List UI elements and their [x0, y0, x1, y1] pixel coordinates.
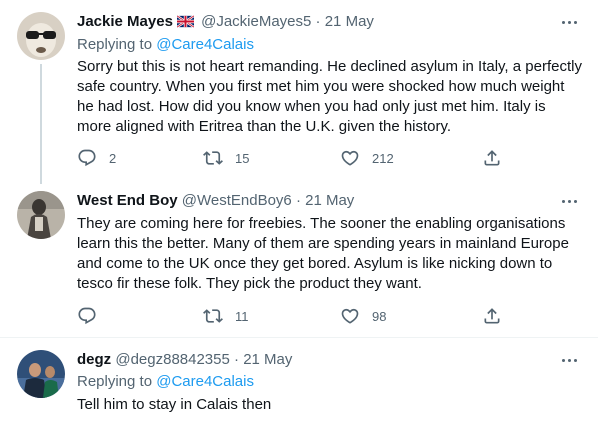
- share-icon: [484, 150, 500, 166]
- retweet-count: 11: [235, 308, 249, 324]
- avatar-jackie-mayes[interactable]: [17, 12, 65, 60]
- display-name[interactable]: degz: [77, 351, 111, 368]
- more-options-icon[interactable]: [559, 12, 579, 32]
- user-handle[interactable]: @JackieMayes5: [201, 13, 311, 30]
- like-button[interactable]: 98: [340, 306, 386, 326]
- replying-to-label: Replying to: [77, 36, 153, 53]
- reply-icon: [78, 149, 96, 167]
- like-button[interactable]: 212: [340, 148, 394, 168]
- heart-icon: [341, 150, 359, 166]
- like-count: 98: [372, 308, 387, 324]
- tweet-date[interactable]: 21 May: [325, 13, 374, 30]
- avatar-west-end-boy[interactable]: [17, 191, 65, 239]
- share-button[interactable]: [482, 306, 502, 326]
- reply-count: 2: [109, 150, 117, 166]
- tweet-1[interactable]: Jackie Mayes @JackieMayes5 · 21 May Repl…: [0, 0, 598, 184]
- reply-button[interactable]: [77, 306, 109, 326]
- replying-to: Replying to @Care4Calais: [77, 372, 254, 392]
- tweet-header: Jackie Mayes @JackieMayes5 · 21 May: [77, 12, 374, 34]
- share-icon: [484, 308, 500, 324]
- reply-icon: [78, 307, 96, 325]
- separator-dot: ·: [315, 13, 321, 30]
- tweet-actions: 11 98: [0, 306, 598, 326]
- tweet-header: degz @degz88842355 · 21 May: [77, 350, 292, 370]
- retweet-button[interactable]: 15: [203, 148, 249, 168]
- user-handle[interactable]: @WestEndBoy6: [182, 192, 292, 209]
- tweet-date[interactable]: 21 May: [243, 351, 292, 368]
- share-button[interactable]: [482, 148, 502, 168]
- tweet-header: West End Boy @WestEndBoy6 · 21 May: [77, 191, 354, 211]
- replying-to: Replying to @Care4Calais: [77, 35, 254, 55]
- replying-to-label: Replying to: [77, 373, 153, 390]
- tweet-3[interactable]: degz @degz88842355 · 21 May Replying to …: [0, 339, 598, 421]
- tweet-text: Tell him to stay in Calais then: [77, 396, 272, 413]
- heart-icon: [341, 308, 359, 324]
- tweet-actions: 2 15 212: [0, 148, 598, 168]
- tweet-text: They are coming here for freebies. The s…: [77, 215, 569, 292]
- reply-button[interactable]: 2: [77, 148, 116, 168]
- retweet-icon: [203, 309, 223, 323]
- retweet-icon: [203, 151, 223, 165]
- avatar-degz[interactable]: [17, 350, 65, 398]
- display-name[interactable]: Jackie Mayes: [77, 13, 173, 30]
- separator-dot: ·: [234, 351, 240, 368]
- user-handle[interactable]: @degz88842355: [115, 351, 230, 368]
- separator-dot: ·: [295, 192, 301, 209]
- retweet-button[interactable]: 11: [203, 306, 249, 326]
- like-count: 212: [372, 150, 394, 166]
- more-options-icon[interactable]: [559, 350, 579, 370]
- tweet-date[interactable]: 21 May: [305, 192, 354, 209]
- display-name[interactable]: West End Boy: [77, 192, 178, 209]
- uk-flag-icon: [176, 14, 195, 34]
- tweet-text: Sorry but this is not heart remanding. H…: [77, 58, 582, 135]
- tweet-2[interactable]: West End Boy @WestEndBoy6 · 21 May They …: [0, 180, 598, 338]
- more-options-icon[interactable]: [559, 191, 579, 211]
- retweet-count: 15: [235, 150, 250, 166]
- replying-to-handle[interactable]: @Care4Calais: [156, 36, 254, 53]
- replying-to-handle[interactable]: @Care4Calais: [156, 373, 254, 390]
